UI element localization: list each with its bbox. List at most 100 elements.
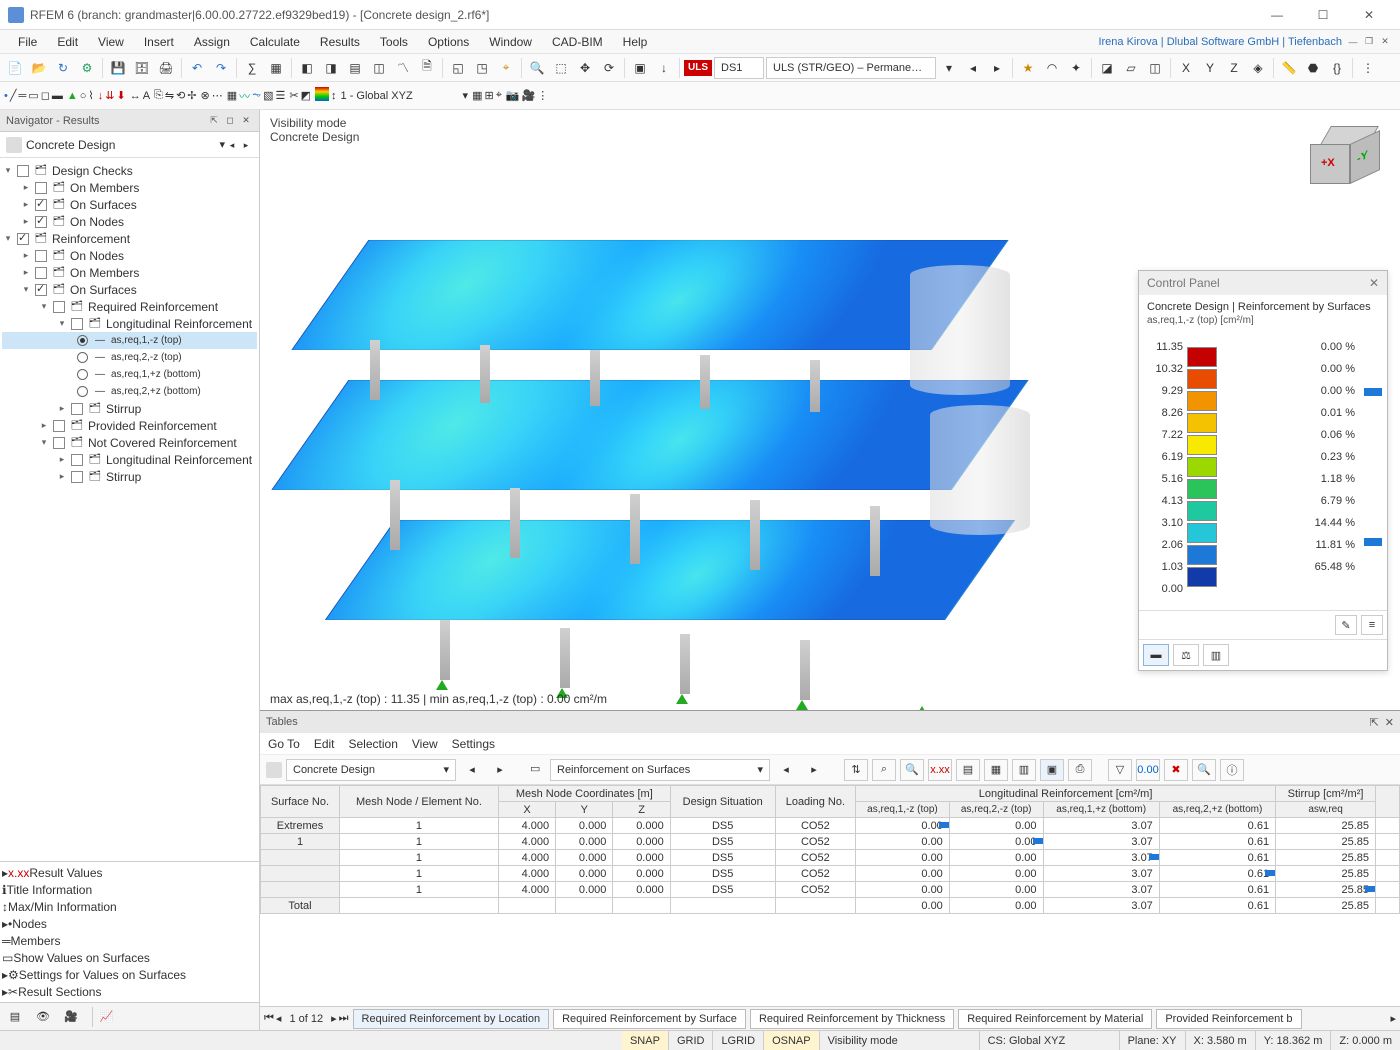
save-icon[interactable]: 💾	[107, 57, 129, 79]
surface-icon[interactable]: ▭	[28, 89, 38, 102]
tables-view4-icon[interactable]: ▣	[1040, 759, 1064, 781]
tables-view1-icon[interactable]: ▤	[956, 759, 980, 781]
spreadsheet-icon[interactable]: ▦	[265, 57, 287, 79]
results-table-icon[interactable]: ▦	[227, 89, 237, 102]
tree-r-nodes[interactable]: ▸🗂On Nodes	[2, 247, 257, 264]
tree-nc-stirrup[interactable]: ▸🗂Stirrup	[2, 468, 257, 485]
opt-members[interactable]: ═Members	[2, 932, 257, 949]
menu-view[interactable]: View	[88, 32, 134, 52]
navigator-combo[interactable]: Concrete Design ▾ ◂▸	[0, 132, 259, 158]
mirror-icon[interactable]: ⇋	[165, 89, 174, 102]
opening-icon[interactable]: ◻	[41, 89, 50, 102]
camera-icon[interactable]: 📷	[506, 89, 520, 102]
view-z-icon[interactable]: Z	[1223, 57, 1245, 79]
tree-dc-surfaces[interactable]: ▸🗂On Surfaces	[2, 196, 257, 213]
tables-filtersel-icon[interactable]: ▽	[1108, 759, 1132, 781]
opt-show-values[interactable]: ▭Show Values on Surfaces	[2, 949, 257, 966]
views-icon[interactable]: ◫	[368, 57, 390, 79]
tree-design-checks[interactable]: ▾🗂Design Checks	[2, 162, 257, 179]
minimize-button[interactable]: —	[1254, 0, 1300, 30]
intersect-icon[interactable]: ⊗	[201, 89, 210, 102]
tables-next-result-icon[interactable]: ▸	[802, 759, 826, 781]
tree-nc-long[interactable]: ▸🗂Longitudinal Reinforcement	[2, 451, 257, 468]
move-icon[interactable]: ✢	[187, 89, 196, 102]
tree-r-surfaces[interactable]: ▾🗂On Surfaces	[2, 281, 257, 298]
pan-icon[interactable]: ✥	[574, 57, 596, 79]
addon-icon[interactable]: ⬣	[1302, 57, 1324, 79]
grid-setting-icon[interactable]: ▦	[472, 89, 482, 102]
new-icon[interactable]: 📄	[4, 57, 26, 79]
tree-long-reinf[interactable]: ▾🗂Longitudinal Reinforcement	[2, 315, 257, 332]
tables-view3-icon[interactable]: ▥	[1012, 759, 1036, 781]
tables-info-icon[interactable]: ⓘ	[1220, 759, 1244, 781]
tree-dc-members[interactable]: ▸🗂On Members	[2, 179, 257, 196]
view-y-icon[interactable]: Y	[1199, 57, 1221, 79]
overflow-icon[interactable]: ⋮	[1357, 57, 1379, 79]
gear-icon[interactable]: ⚙	[76, 57, 98, 79]
float-icon[interactable]: ◻	[223, 114, 237, 128]
table-tab-location[interactable]: Required Reinforcement by Location	[353, 1009, 550, 1029]
diagram2-icon[interactable]: ⏦	[252, 89, 261, 102]
opt-title[interactable]: ℹTitle Information	[2, 881, 257, 898]
tree-radio-2[interactable]: —as,req,2,-z (top)	[2, 349, 257, 366]
opt-sections[interactable]: ▸✂Result Sections	[2, 983, 257, 1000]
tm-view[interactable]: View	[412, 737, 438, 751]
tables-xxx-icon[interactable]: x.xx	[928, 759, 952, 781]
opt-result-values[interactable]: ▸x.xxResult Values	[2, 864, 257, 881]
tree-radio-1[interactable]: —as,req,1,-z (top)	[2, 332, 257, 349]
legend-slider[interactable]	[1363, 388, 1383, 546]
tables-prev-addon-icon[interactable]: ◂	[460, 759, 484, 781]
tables-prev-result-icon[interactable]: ◂	[774, 759, 798, 781]
navtab-results-icon[interactable]: 📈	[92, 1007, 114, 1027]
page-prev-icon[interactable]: ◂	[276, 1012, 282, 1025]
support-icon[interactable]: ▲	[67, 90, 78, 102]
prev-lc-icon[interactable]: ◂	[962, 57, 984, 79]
copy-icon[interactable]: ⎘	[154, 89, 163, 102]
range-icon[interactable]: ↕	[331, 90, 337, 102]
calc-icon[interactable]: ∑	[241, 57, 263, 79]
dropdown2-icon[interactable]: ▾	[463, 89, 469, 102]
tree-required[interactable]: ▾🗂Required Reinforcement	[2, 298, 257, 315]
menu-file[interactable]: File	[8, 32, 47, 52]
cp-tab-scale-icon[interactable]: ⚖	[1173, 644, 1199, 666]
tables-clear-icon[interactable]: ✖	[1164, 759, 1188, 781]
member-result-icon[interactable]: ☰	[276, 89, 286, 102]
page-first-icon[interactable]: ⏮	[264, 1012, 274, 1025]
results-on-icon[interactable]: ★	[1017, 57, 1039, 79]
nav-data-icon[interactable]: ◧	[296, 57, 318, 79]
next-lc-icon[interactable]: ▸	[986, 57, 1008, 79]
menu-help[interactable]: Help	[613, 32, 658, 52]
navtab-data-icon[interactable]: ▤	[4, 1007, 26, 1027]
tables-result-combo[interactable]: Reinforcement on Surfaces▾	[550, 759, 770, 781]
mdi-minimize-icon[interactable]: —	[1346, 35, 1360, 49]
graph-icon[interactable]: 〰	[239, 88, 250, 104]
overflow2-icon[interactable]: ⋮	[537, 89, 548, 102]
close-panel-icon[interactable]: ✕	[239, 114, 253, 128]
tables-filter-icon[interactable]: ⌕	[872, 759, 896, 781]
tm-settings[interactable]: Settings	[452, 737, 495, 751]
line-icon[interactable]: ╱	[10, 89, 17, 102]
osnap-toggle[interactable]: OSNAP	[764, 1031, 820, 1050]
view-cube[interactable]	[1310, 126, 1380, 196]
solid-icon[interactable]: ◪	[1096, 57, 1118, 79]
wire-icon[interactable]: ▱	[1120, 57, 1142, 79]
clip-icon[interactable]: ◩	[301, 89, 311, 102]
object-icon[interactable]: ◳	[471, 57, 493, 79]
tm-edit[interactable]: Edit	[314, 737, 335, 751]
tables-close-icon[interactable]: ✕	[1379, 716, 1394, 729]
page-last-icon[interactable]: ⏭	[339, 1012, 349, 1025]
reload-icon[interactable]: ↻	[52, 57, 74, 79]
dimension-icon[interactable]: ↔	[130, 90, 141, 102]
nav-next-icon[interactable]: ▸	[239, 140, 253, 151]
printout-icon[interactable]: 🗎	[416, 57, 438, 79]
load-area-icon[interactable]: ⬇	[116, 89, 125, 102]
tree-stirrup[interactable]: ▸🗂Stirrup	[2, 400, 257, 417]
zoomwin-icon[interactable]: ⬚	[550, 57, 572, 79]
mdi-restore-icon[interactable]: ❐	[1362, 35, 1376, 49]
selection-icon[interactable]: ◱	[447, 57, 469, 79]
navtab-display-icon[interactable]: 👁	[32, 1007, 54, 1027]
load-line-icon[interactable]: ⇊	[105, 89, 114, 102]
tree-radio-4[interactable]: —as,req,2,+z (bottom)	[2, 383, 257, 400]
tree-r-members[interactable]: ▸🗂On Members	[2, 264, 257, 281]
text-icon[interactable]: A	[143, 90, 150, 102]
